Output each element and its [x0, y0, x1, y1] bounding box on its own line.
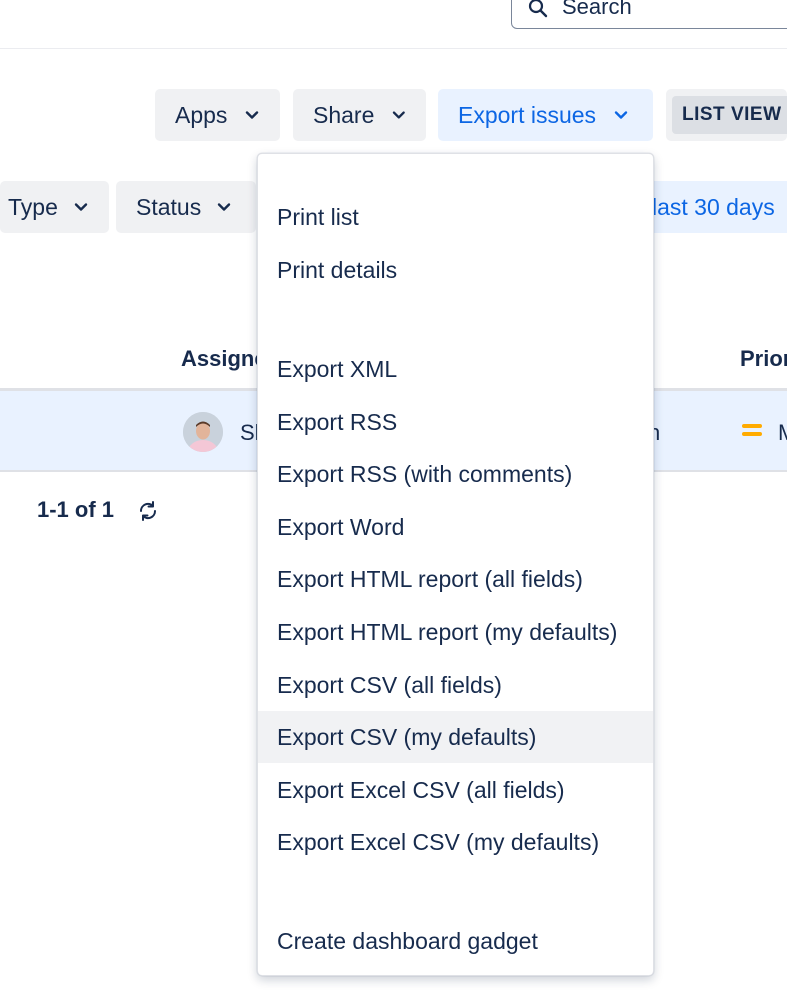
- menu-item-print-details[interactable]: Print details: [258, 244, 653, 296]
- priority-name: M: [778, 420, 787, 446]
- menu-item-export-csv-all[interactable]: Export CSV (all fields): [258, 659, 653, 711]
- menu-item-export-excel-csv-defaults[interactable]: Export Excel CSV (my defaults): [258, 816, 653, 868]
- chevron-down-icon: [74, 203, 88, 211]
- menu-item-export-csv-defaults[interactable]: Export CSV (my defaults): [258, 711, 653, 763]
- chevron-down-icon: [218, 203, 231, 211]
- list-view-label: LIST VIEW: [672, 96, 787, 134]
- priority-medium-icon: [742, 424, 762, 440]
- list-view-toggle[interactable]: LIST VIEW: [666, 89, 787, 141]
- chevron-down-icon: [393, 111, 406, 119]
- type-filter[interactable]: Type: [0, 181, 109, 233]
- header-divider: [0, 48, 787, 49]
- menu-item-export-rss-comments[interactable]: Export RSS (with comments): [258, 448, 653, 500]
- search-placeholder: Search: [562, 0, 632, 19]
- menu-item-create-dashboard-gadget[interactable]: Create dashboard gadget: [258, 915, 653, 967]
- type-filter-label: Type: [8, 193, 58, 220]
- column-header-priority[interactable]: Priority: [740, 346, 787, 372]
- menu-item-export-html-all[interactable]: Export HTML report (all fields): [258, 553, 653, 605]
- apps-button[interactable]: Apps: [155, 89, 280, 141]
- menu-item-export-xml[interactable]: Export XML: [258, 343, 653, 395]
- menu-item-export-html-defaults[interactable]: Export HTML report (my defaults): [258, 606, 653, 658]
- menu-item-export-excel-csv-all[interactable]: Export Excel CSV (all fields): [258, 764, 653, 816]
- refresh-icon[interactable]: [137, 500, 159, 522]
- share-button-label: Share: [313, 101, 375, 128]
- search-input[interactable]: Search: [511, 0, 787, 29]
- export-issues-button[interactable]: Export issues: [438, 89, 653, 141]
- avatar: [183, 412, 223, 452]
- export-issues-label: Export issues: [458, 101, 597, 128]
- menu-item-print-list[interactable]: Print list: [258, 191, 653, 243]
- menu-item-export-word[interactable]: Export Word: [258, 501, 653, 553]
- chevron-down-icon: [246, 111, 259, 119]
- chevron-down-icon: [614, 111, 628, 119]
- search-icon: [528, 0, 548, 18]
- status-filter[interactable]: Status: [116, 181, 256, 233]
- export-issues-menu: Print list Print details Export XML Expo…: [257, 153, 654, 976]
- apps-button-label: Apps: [175, 101, 228, 128]
- pagination-count: 1-1 of 1: [37, 497, 115, 522]
- status-filter-label: Status: [136, 193, 202, 220]
- share-button[interactable]: Share: [293, 89, 426, 141]
- menu-item-export-rss[interactable]: Export RSS: [258, 396, 653, 448]
